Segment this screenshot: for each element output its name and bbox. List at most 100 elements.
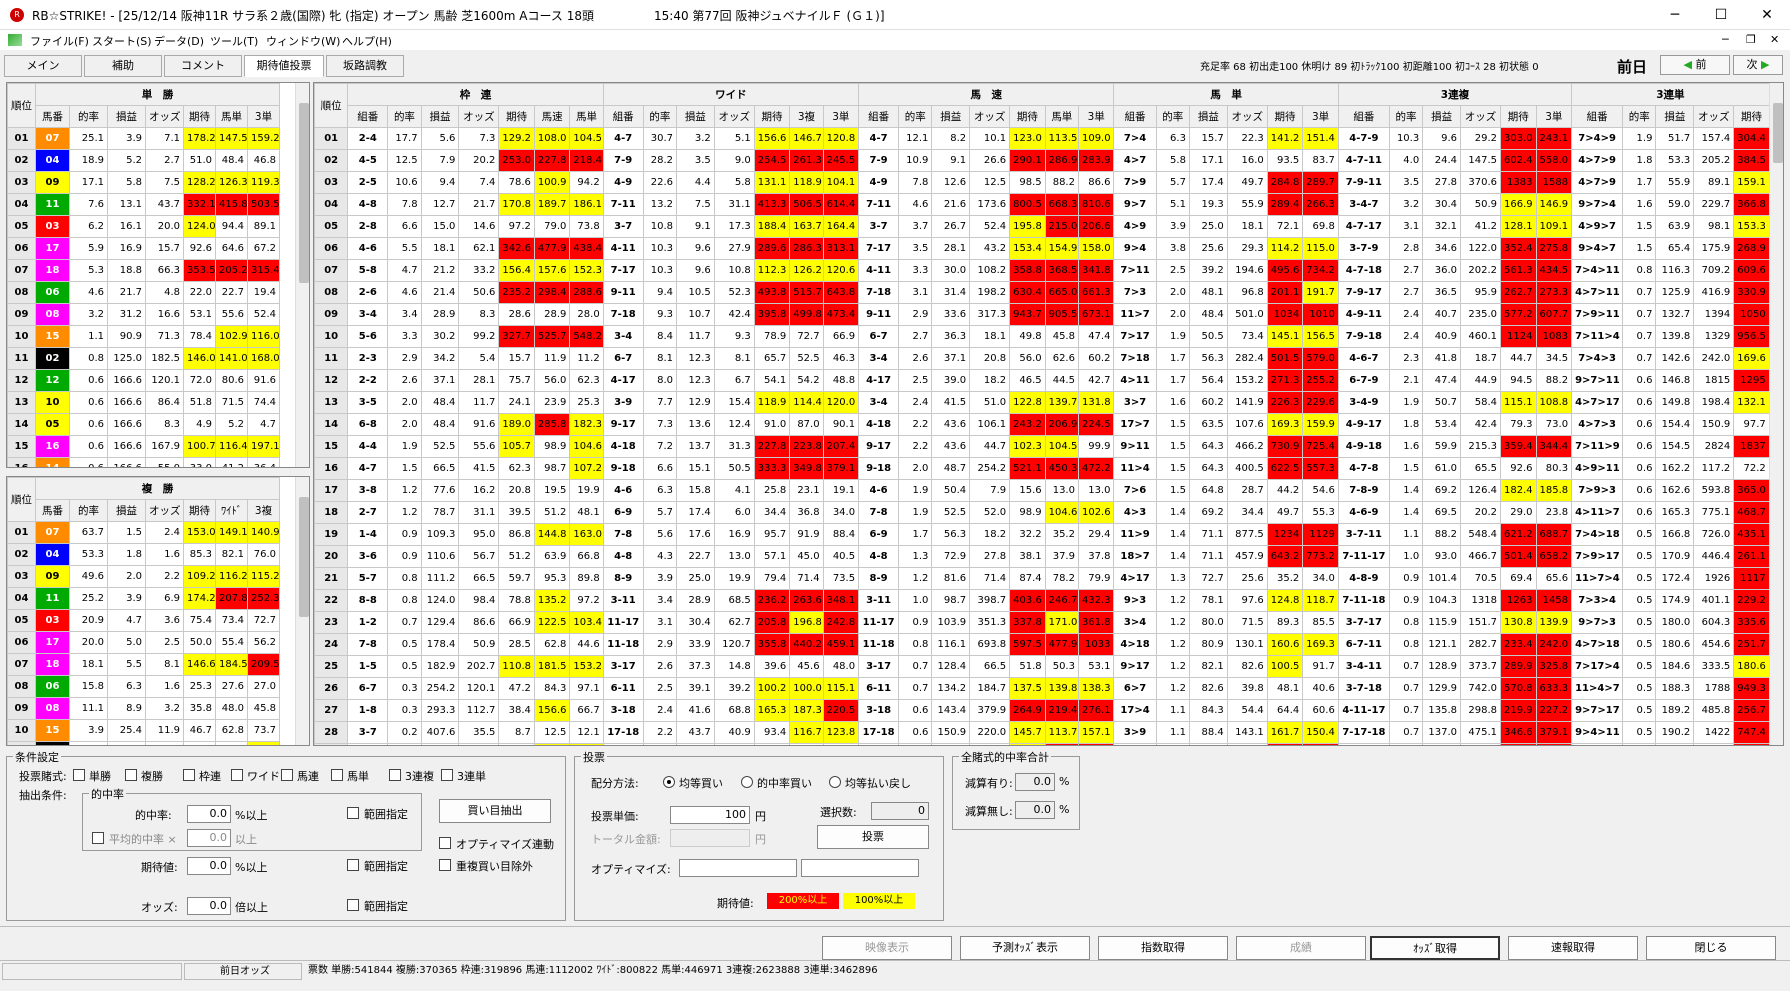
optimize-slider-2[interactable] <box>801 859 919 877</box>
tab-main[interactable]: メイン <box>4 55 82 77</box>
combo-cell: 15.7 <box>1188 127 1228 150</box>
combo-cell: 150.4 <box>1302 721 1339 744</box>
bet-type-checkbox[interactable] <box>331 769 343 781</box>
flash-fetch-button[interactable]: 速報取得 <box>1508 936 1638 960</box>
avg-hit-checkbox[interactable] <box>92 832 104 844</box>
tansho-cell: 5.3 <box>69 259 108 282</box>
combo-cell: 26.7 <box>931 215 971 238</box>
combo-cell: 307.5 <box>969 743 1011 745</box>
mdi-close-icon[interactable]: ✕ <box>1770 33 1779 46</box>
combo-cell: 180.6 <box>1733 655 1770 678</box>
tansho-scrollbar[interactable] <box>295 83 309 467</box>
next-button[interactable]: 次 ▶ <box>1733 55 1783 75</box>
tab-ev-vote[interactable]: 期待値投票 <box>244 55 324 77</box>
combo-cell: 158.0 <box>1077 237 1115 260</box>
odds-range-checkbox[interactable] <box>347 899 359 911</box>
optimize-link-checkbox[interactable] <box>439 837 451 849</box>
fukusho-rank: 04 <box>7 587 36 610</box>
combo-cell: 63.5 <box>1188 413 1228 436</box>
fukusho-cell: 07 <box>35 521 70 544</box>
fukusho-cell: 8.9 <box>107 697 146 720</box>
video-button[interactable]: 映像表示 <box>822 936 952 960</box>
ev-input[interactable]: 0.0 <box>187 857 231 875</box>
extract-button[interactable]: 買い目抽出 <box>439 799 551 823</box>
bet-type-checkbox[interactable] <box>441 769 453 781</box>
ev-range-checkbox[interactable] <box>347 859 359 871</box>
vote-button[interactable]: 投票 <box>817 825 929 849</box>
optimize-slider-1[interactable] <box>679 859 797 877</box>
menu-data[interactable]: データ(D) <box>154 33 204 49</box>
combo-cell: 0.8 <box>1388 611 1424 634</box>
combo-col-header: 3単 <box>1535 105 1573 128</box>
tab-slope[interactable]: 坂路調教 <box>326 55 404 77</box>
exclude-dup-checkbox[interactable] <box>439 859 451 871</box>
minimize-button[interactable]: ─ <box>1652 0 1698 30</box>
combo-cell: 120.0 <box>822 391 860 414</box>
bet-type-checkbox[interactable] <box>231 769 243 781</box>
combo-cell: 2.6 <box>387 369 422 392</box>
combo-cell: 7>9>3 <box>1571 479 1624 502</box>
bet-type-checkbox[interactable] <box>73 769 85 781</box>
combo-cell: 7.2 <box>642 435 677 458</box>
bet-type-checkbox[interactable] <box>183 769 195 781</box>
combo-cell: 60.2 <box>1077 347 1115 370</box>
combo-cell: 668.3 <box>1044 193 1079 216</box>
bet-type-label: 投票賭式: <box>19 770 67 783</box>
combo-cell: 284.8 <box>1266 171 1304 194</box>
hit-rate-input[interactable]: 0.0 <box>187 805 231 823</box>
close-button[interactable]: ✕ <box>1744 0 1790 30</box>
combo-cell: 25.0 <box>1188 215 1228 238</box>
menu-start[interactable]: スタート(S) <box>92 33 152 49</box>
prev-arrow-icon: ◀ <box>1683 58 1692 71</box>
combo-cell: 1815 <box>1693 369 1735 392</box>
mdi-minimize-icon[interactable]: ─ <box>1722 33 1729 46</box>
tansho-pane: 順位単 勝馬番 的率 損益 オッズ 期待 馬単 3単 01 07 25.1 3.9 7.1 178.2 1… <box>6 82 310 468</box>
fukusho-scrollbar[interactable] <box>295 477 309 745</box>
prev-button[interactable]: ◀ 前 <box>1660 55 1730 75</box>
odds-input[interactable]: 0.0 <box>187 897 231 915</box>
combo-cell: 156.4 <box>498 259 535 282</box>
menu-window[interactable]: ウィンドウ(W) <box>266 33 340 49</box>
index-fetch-button[interactable]: 指数取得 <box>1098 936 1228 960</box>
mdi-restore-icon[interactable]: ❐ <box>1746 33 1756 46</box>
results-button[interactable]: 成績 <box>1236 936 1366 960</box>
menu-file[interactable]: ファイル(F) <box>30 33 89 49</box>
combo-cell: 98.1 <box>1693 215 1735 238</box>
predict-odds-button[interactable]: 予測ｵｯｽﾞ表示 <box>960 936 1090 960</box>
fukusho-rank: 06 <box>7 631 36 654</box>
combo-cell: 80.0 <box>1188 611 1228 634</box>
dist-payout-radio[interactable] <box>829 776 841 788</box>
tab-comment[interactable]: コメント <box>164 55 242 77</box>
bet-type-checkbox[interactable] <box>125 769 137 781</box>
combo-cell: 35.2 <box>1044 523 1079 546</box>
combo-cell: 78.8 <box>498 589 535 612</box>
combo-scrollbar[interactable] <box>1769 83 1783 745</box>
day-label: 前日 <box>1617 58 1648 76</box>
maximize-button[interactable]: ☐ <box>1698 0 1744 30</box>
close-window-button[interactable]: 閉じる <box>1646 936 1776 960</box>
combo-cell: 65.5 <box>1460 457 1501 480</box>
combo-cell: 282.4 <box>1226 347 1268 370</box>
combo-cell: 120.7 <box>713 633 755 656</box>
bet-type-checkbox[interactable] <box>281 769 293 781</box>
combo-cell: 0.5 <box>1622 567 1657 590</box>
menu-tools[interactable]: ツール(T) <box>210 33 258 49</box>
combo-cell: 220.5 <box>822 699 860 722</box>
combo-cell: 64.3 <box>1188 457 1228 480</box>
dist-hit-radio[interactable] <box>741 776 753 788</box>
combo-cell: 117.2 <box>1693 457 1735 480</box>
combo-cell: 95.3 <box>533 567 571 590</box>
total-input[interactable] <box>670 829 750 847</box>
combo-cell: 10.5 <box>675 281 715 304</box>
combo-cell: 9.4 <box>420 171 460 194</box>
tab-aux[interactable]: 補助 <box>84 55 162 77</box>
unit-input[interactable]: 100 <box>670 806 750 824</box>
hit-range-checkbox[interactable] <box>347 807 359 819</box>
dist-equal-radio[interactable] <box>663 776 675 788</box>
odds-fetch-button[interactable]: ｵｯｽﾞ取得 <box>1370 936 1500 960</box>
combo-cell: 10.3 <box>642 237 677 260</box>
avg-hit-input[interactable]: 0.0 <box>187 829 231 847</box>
bet-type-checkbox[interactable] <box>389 769 401 781</box>
menu-help[interactable]: ヘルプ(H) <box>342 33 392 49</box>
combo-cell: 21.2 <box>753 743 791 745</box>
